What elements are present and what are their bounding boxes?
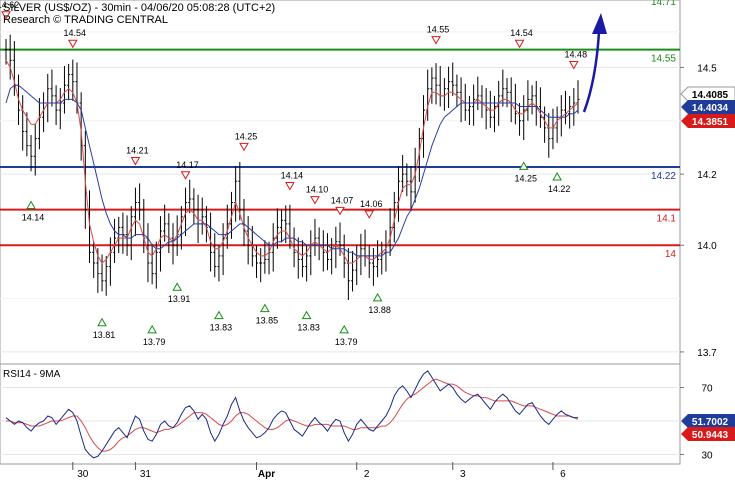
x-tick-label: 30	[77, 469, 89, 480]
swing-high-label: 14.25	[235, 131, 258, 141]
level-label: 14.22	[651, 171, 676, 182]
rsi-tick-label: 30	[701, 451, 713, 462]
swing-high-label: 14.21	[126, 146, 149, 156]
swing-low-label: 13.83	[297, 323, 320, 333]
rsi-tick-label: 70	[701, 384, 713, 395]
chart-canvas: 14.7114.5514.2214.114 14.6214.5414.2114.…	[0, 0, 735, 480]
rsi-plot-area	[0, 363, 681, 465]
swing-low-label: 13.85	[256, 316, 279, 326]
swing-high-label: 14.07	[331, 195, 354, 205]
swing-high-label: 14.54	[510, 28, 533, 38]
y-tick-label: 14.0	[697, 241, 717, 252]
swing-low-label: 13.79	[335, 337, 358, 347]
swing-high-label: 14.48	[565, 50, 588, 60]
swing-high-label: 14.55	[427, 25, 450, 35]
y-tick-label: 14.2	[697, 170, 717, 181]
x-axis: 30 31 Apr 2 3 6	[72, 462, 566, 480]
level-label: 14.1	[657, 214, 677, 225]
swing-high-label: 14.14	[281, 170, 304, 180]
y-tick-label: 14.5	[697, 63, 717, 74]
swing-low-label: 13.88	[368, 305, 391, 315]
ma-slow-badge: 14.4034	[692, 103, 729, 114]
swing-high-label: 14.10	[306, 185, 329, 195]
x-tick-label: 6	[560, 469, 566, 480]
swing-high-label: 14.54	[64, 28, 87, 38]
y-tick-label: 13.7	[697, 348, 717, 359]
rsi-ma-badge: 50.9443	[692, 430, 729, 441]
x-tick-label: Apr	[258, 469, 275, 480]
chart-source: Research © TRADING CENTRAL	[3, 14, 168, 26]
x-tick-label: 3	[460, 469, 466, 480]
swing-low-label: 14.22	[548, 184, 571, 194]
x-tick-label: 31	[140, 469, 152, 480]
chart-title: SILVER (US$/OZ) - 30min - 04/06/20 05:08…	[3, 2, 275, 14]
swing-low-label: 13.91	[168, 294, 191, 304]
swing-high-label: 14.17	[176, 160, 199, 170]
level-label: 14.55	[651, 54, 676, 65]
swing-low-label: 14.25	[514, 173, 537, 183]
swing-low-label: 13.83	[210, 323, 233, 333]
x-tick-label: 2	[364, 469, 370, 480]
rsi-badge: 51.7002	[692, 417, 729, 428]
ma-fast-badge: 14.3851	[692, 117, 729, 128]
swing-low-label: 13.79	[143, 337, 166, 347]
swing-high-label: 14.06	[360, 199, 383, 209]
swing-low-label: 14.14	[22, 212, 45, 222]
level-label: 14.71	[651, 0, 676, 8]
last-price-badge: 14.4085	[692, 90, 729, 101]
swing-low-label: 13.81	[93, 330, 116, 340]
level-label: 14	[665, 249, 677, 260]
chart-root: 14.7114.5514.2214.114 14.6214.5414.2114.…	[0, 0, 735, 480]
rsi-title: RSI14 - 9MA	[3, 369, 61, 380]
